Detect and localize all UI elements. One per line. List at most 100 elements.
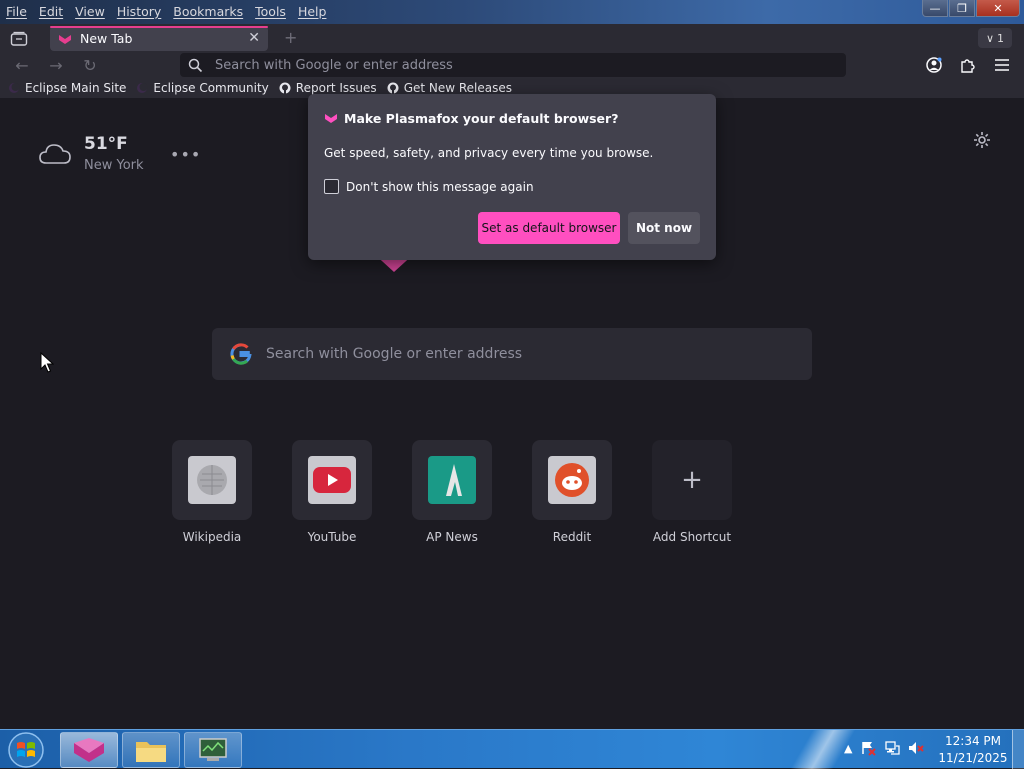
- start-button[interactable]: [6, 731, 46, 769]
- taskbar-clock[interactable]: 12:34 PM 11/21/2025: [938, 733, 1008, 767]
- shortcut-tile: [292, 440, 372, 520]
- weather-widget[interactable]: 51°F New York: [38, 134, 144, 173]
- menu-edit[interactable]: Edit: [33, 4, 69, 19]
- checkbox-label: Don't show this message again: [346, 179, 534, 194]
- hamburger-icon: [995, 59, 1009, 71]
- new-tab-button[interactable]: +: [284, 28, 297, 47]
- network-icon[interactable]: [884, 740, 901, 756]
- shortcut-label: Add Shortcut: [652, 530, 732, 544]
- bookmark-get-new-releases[interactable]: Get New Releases: [387, 81, 512, 95]
- top-sites: Wikipedia YouTube AP News Reddit + Add S…: [172, 440, 732, 544]
- url-bar[interactable]: Search with Google or enter address: [180, 53, 846, 77]
- bookmark-eclipse-community[interactable]: Eclipse Community: [136, 81, 269, 95]
- monitor-icon: [199, 738, 227, 761]
- bookmark-eclipse-main-site[interactable]: Eclipse Main Site: [8, 81, 126, 95]
- account-icon: [926, 57, 942, 73]
- app-menu-button[interactable]: [991, 55, 1013, 75]
- show-desktop-button[interactable]: [1012, 730, 1024, 769]
- forward-arrow-icon: →: [49, 55, 63, 75]
- folder-icon: [136, 742, 166, 762]
- back-button[interactable]: ←: [12, 55, 32, 75]
- shortcut-youtube[interactable]: YouTube: [292, 440, 372, 544]
- weather-temperature: 51°F: [84, 134, 128, 154]
- checkbox-box[interactable]: [324, 179, 339, 194]
- back-arrow-icon: ←: [15, 55, 29, 75]
- bookmark-label: Get New Releases: [403, 81, 513, 95]
- taskbar-plasmafox[interactable]: [60, 732, 118, 768]
- reload-button[interactable]: ↻: [80, 55, 100, 75]
- google-icon: [230, 343, 252, 365]
- menu-bookmarks[interactable]: Bookmarks: [167, 4, 249, 19]
- tray-expand-icon[interactable]: ▲: [844, 742, 852, 755]
- close-window-button[interactable]: ✕: [976, 0, 1020, 17]
- weather-city: New York: [84, 158, 144, 173]
- cloud-icon: [39, 144, 71, 164]
- bookmark-report-issues[interactable]: Report Issues: [279, 81, 377, 95]
- eclipse-icon: [9, 83, 20, 93]
- set-default-browser-button[interactable]: Set as default browser: [478, 212, 620, 244]
- tab-accent-line: [50, 26, 268, 28]
- shortcut-tile: [532, 440, 612, 520]
- tab-new-tab[interactable]: New Tab ✕: [50, 26, 268, 51]
- tab-list-button[interactable]: [6, 28, 32, 50]
- account-button[interactable]: [923, 55, 945, 75]
- reload-icon: ↻: [83, 55, 97, 75]
- taskbar-file-explorer[interactable]: [122, 732, 180, 768]
- bookmark-label: Eclipse Community: [153, 81, 269, 95]
- plus-icon: +: [681, 465, 703, 495]
- restore-button[interactable]: ❐: [949, 0, 975, 17]
- shortcut-reddit[interactable]: Reddit: [532, 440, 612, 544]
- tab-overview-button[interactable]: ∨ 1: [978, 28, 1012, 48]
- search-placeholder: Search with Google or enter address: [266, 346, 523, 362]
- dialog-title-text: Make Plasmafox your default browser?: [344, 111, 619, 126]
- plasmafox-icon: [59, 34, 71, 44]
- menu-help[interactable]: Help: [292, 4, 333, 19]
- minimize-button[interactable]: —: [922, 0, 948, 17]
- plasmafox-icon: [325, 114, 337, 123]
- reddit-icon: [548, 456, 596, 504]
- wikipedia-icon: [188, 456, 236, 504]
- dialog-message: Get speed, safety, and privacy every tim…: [324, 146, 654, 160]
- apnews-icon: [428, 456, 476, 504]
- clock-time: 12:34 PM: [945, 734, 1001, 748]
- youtube-icon: [308, 456, 356, 504]
- shortcut-ap-news[interactable]: AP News: [412, 440, 492, 544]
- bookmark-label: Report Issues: [295, 81, 377, 95]
- forward-button[interactable]: →: [46, 55, 66, 75]
- menu-tools[interactable]: Tools: [249, 4, 292, 19]
- menu-file[interactable]: File: [0, 4, 33, 19]
- tab-count: 1: [997, 31, 1005, 45]
- add-shortcut-button[interactable]: + Add Shortcut: [652, 440, 732, 544]
- chevron-down-icon: ∨: [985, 31, 995, 45]
- page-settings-button[interactable]: [972, 130, 994, 152]
- volume-muted-icon[interactable]: [908, 740, 925, 756]
- shortcut-wikipedia[interactable]: Wikipedia: [172, 440, 252, 544]
- shortcut-tile: +: [652, 440, 732, 520]
- minimize-icon: —: [929, 1, 941, 15]
- bookmark-label: Eclipse Main Site: [25, 81, 127, 95]
- menu-bar: File Edit View History Bookmarks Tools H…: [0, 0, 332, 22]
- action-center-icon[interactable]: [860, 740, 877, 756]
- tab-close-icon[interactable]: ✕: [248, 30, 260, 46]
- dont-show-checkbox[interactable]: Don't show this message again: [324, 179, 534, 194]
- restore-icon: ❐: [957, 1, 967, 15]
- window-controls: — ❐ ✕: [922, 0, 1020, 17]
- taskbar-system-monitor[interactable]: [184, 732, 242, 768]
- github-icon: [279, 82, 291, 94]
- tab-list-icon: [10, 31, 28, 46]
- clock-date: 11/21/2025: [938, 751, 1008, 765]
- extensions-button[interactable]: [957, 55, 979, 75]
- url-placeholder: Search with Google or enter address: [215, 57, 453, 73]
- shortcut-tile: [412, 440, 492, 520]
- menu-history[interactable]: History: [111, 4, 167, 19]
- more-dots-icon: •••: [170, 145, 202, 164]
- shortcut-label: AP News: [426, 530, 478, 544]
- puzzle-icon: [961, 59, 975, 73]
- dialog-title: Make Plasmafox your default browser?: [324, 111, 618, 126]
- not-now-button[interactable]: Not now: [628, 212, 700, 244]
- weather-more-button[interactable]: •••: [170, 145, 201, 164]
- main-search-box[interactable]: Search with Google or enter address: [212, 328, 812, 380]
- close-icon: ✕: [993, 1, 1003, 15]
- title-bar: File Edit View History Bookmarks Tools H…: [0, 0, 1024, 24]
- menu-view[interactable]: View: [69, 4, 111, 19]
